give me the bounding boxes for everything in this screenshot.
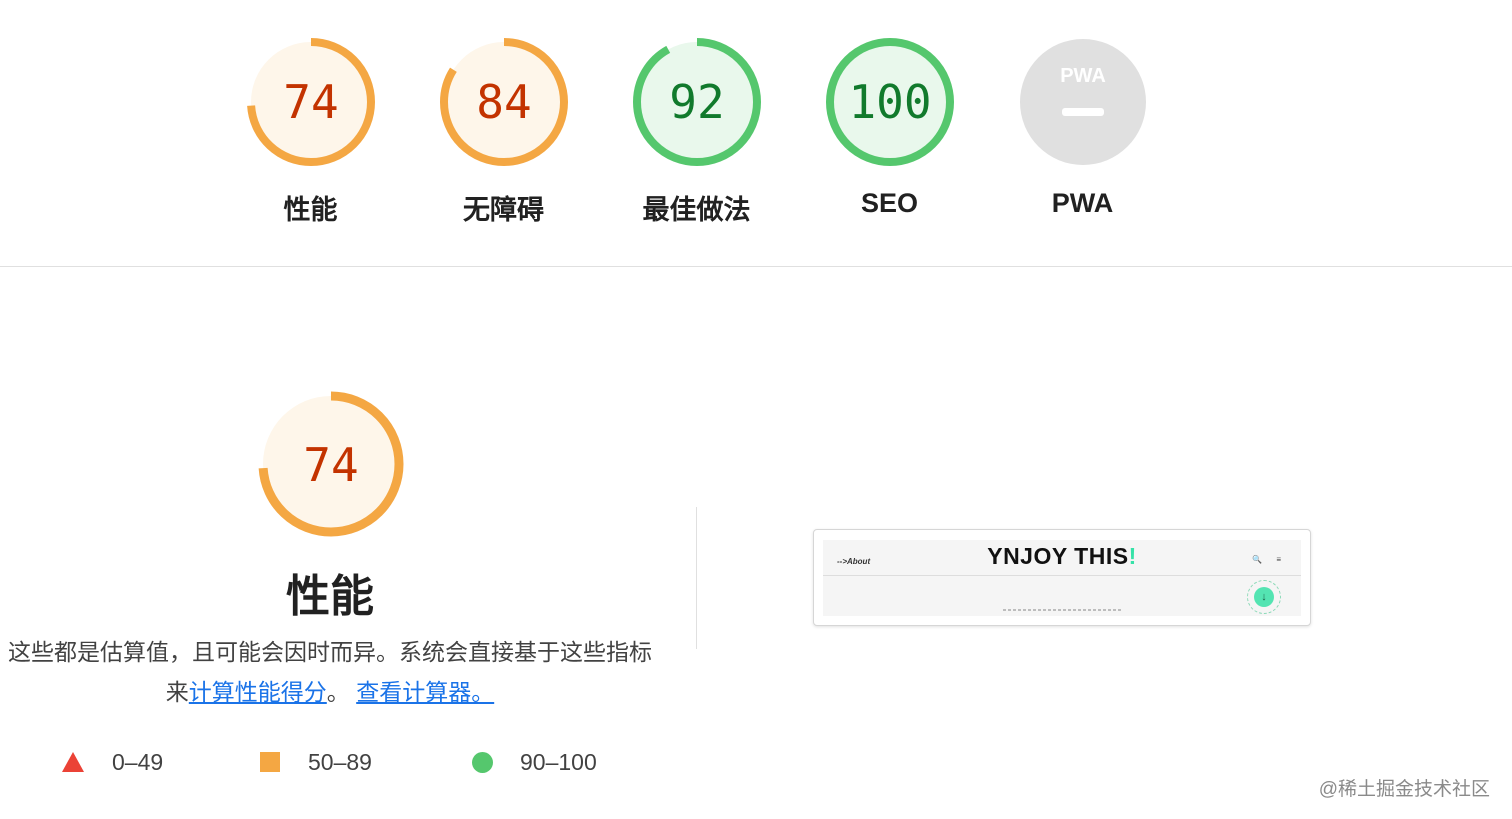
category-gauges: 74 性能 84 无障碍 92 最佳做法 100 SEO PWA PWA xyxy=(214,36,1179,227)
score-legend: 0–49 50–89 90–100 xyxy=(62,745,597,779)
performance-score: 74 xyxy=(303,438,358,492)
gauge-seo-label: SEO xyxy=(860,188,919,218)
gauge-performance-ring: 74 xyxy=(246,38,375,166)
gauge-performance-label: 性能 xyxy=(283,195,338,225)
screenshot-page: -->About YNJOY THIS! 🔍 ≡ ↓ xyxy=(823,540,1301,616)
screenshot-site-title: YNJOY THIS! xyxy=(987,543,1137,569)
watermark: @稀土掘金技术社区 xyxy=(1318,779,1490,800)
legend-average-range: 50–89 xyxy=(308,748,372,775)
pwa-dash-icon xyxy=(1061,108,1104,116)
legend-pass-range: 90–100 xyxy=(520,748,597,775)
legend-pass: 90–100 xyxy=(472,749,597,776)
red-triangle-icon xyxy=(62,752,84,772)
gauge-performance-score: 74 xyxy=(283,75,338,129)
view-calculator-link[interactable]: 查看计算器。 xyxy=(356,679,494,705)
legend-fail: 0–49 xyxy=(62,749,260,776)
orange-square-icon xyxy=(260,752,280,772)
section-divider xyxy=(0,266,1512,267)
performance-title: 性能 xyxy=(286,572,374,621)
gauge-best-practices-ring: 92 xyxy=(632,38,761,166)
gauge-pwa-label: PWA xyxy=(1051,188,1114,218)
gauge-best-practices[interactable]: 92 最佳做法 xyxy=(600,36,793,227)
gauge-performance[interactable]: 74 性能 xyxy=(214,36,407,227)
vertical-divider xyxy=(696,507,697,649)
screenshot-footer-text xyxy=(1003,609,1123,611)
gauge-accessibility[interactable]: 84 无障碍 xyxy=(407,36,600,227)
arrow-down-icon: ↓ xyxy=(1254,587,1274,607)
gauge-seo[interactable]: 100 SEO xyxy=(793,36,986,227)
gauge-seo-score: 100 xyxy=(848,75,931,129)
performance-description: 这些都是估算值，且可能会因时而异。系统会直接基于这些指标来计算性能得分。 查看计… xyxy=(0,632,660,712)
legend-average: 50–89 xyxy=(260,749,472,776)
performance-gauge: 74 xyxy=(258,391,404,537)
gauge-pwa[interactable]: PWA PWA xyxy=(986,36,1179,227)
pwa-badge-icon: PWA xyxy=(1060,65,1106,87)
screenshot-search-menu-icons: 🔍 ≡ xyxy=(1252,555,1287,564)
gauge-accessibility-ring: 84 xyxy=(439,38,568,166)
gauge-accessibility-label: 无障碍 xyxy=(463,195,544,225)
gauge-best-practices-score: 92 xyxy=(669,75,724,129)
green-circle-icon xyxy=(472,751,493,773)
description-separator: 。 xyxy=(326,679,350,705)
screenshot-header-line xyxy=(823,575,1301,576)
calc-score-link[interactable]: 计算性能得分 xyxy=(189,679,327,705)
final-screenshot[interactable]: -->About YNJOY THIS! 🔍 ≡ ↓ xyxy=(813,529,1311,626)
lighthouse-report: 74 性能 84 无障碍 92 最佳做法 100 SEO PWA PWA 74 … xyxy=(0,0,1512,819)
legend-fail-range: 0–49 xyxy=(112,748,164,775)
gauge-best-practices-label: 最佳做法 xyxy=(642,195,751,225)
screenshot-scroll-badge: ↓ xyxy=(1247,580,1281,614)
gauge-accessibility-score: 84 xyxy=(476,75,531,129)
gauge-pwa-ring: PWA xyxy=(1019,39,1146,165)
gauge-seo-ring: 100 xyxy=(825,38,954,166)
